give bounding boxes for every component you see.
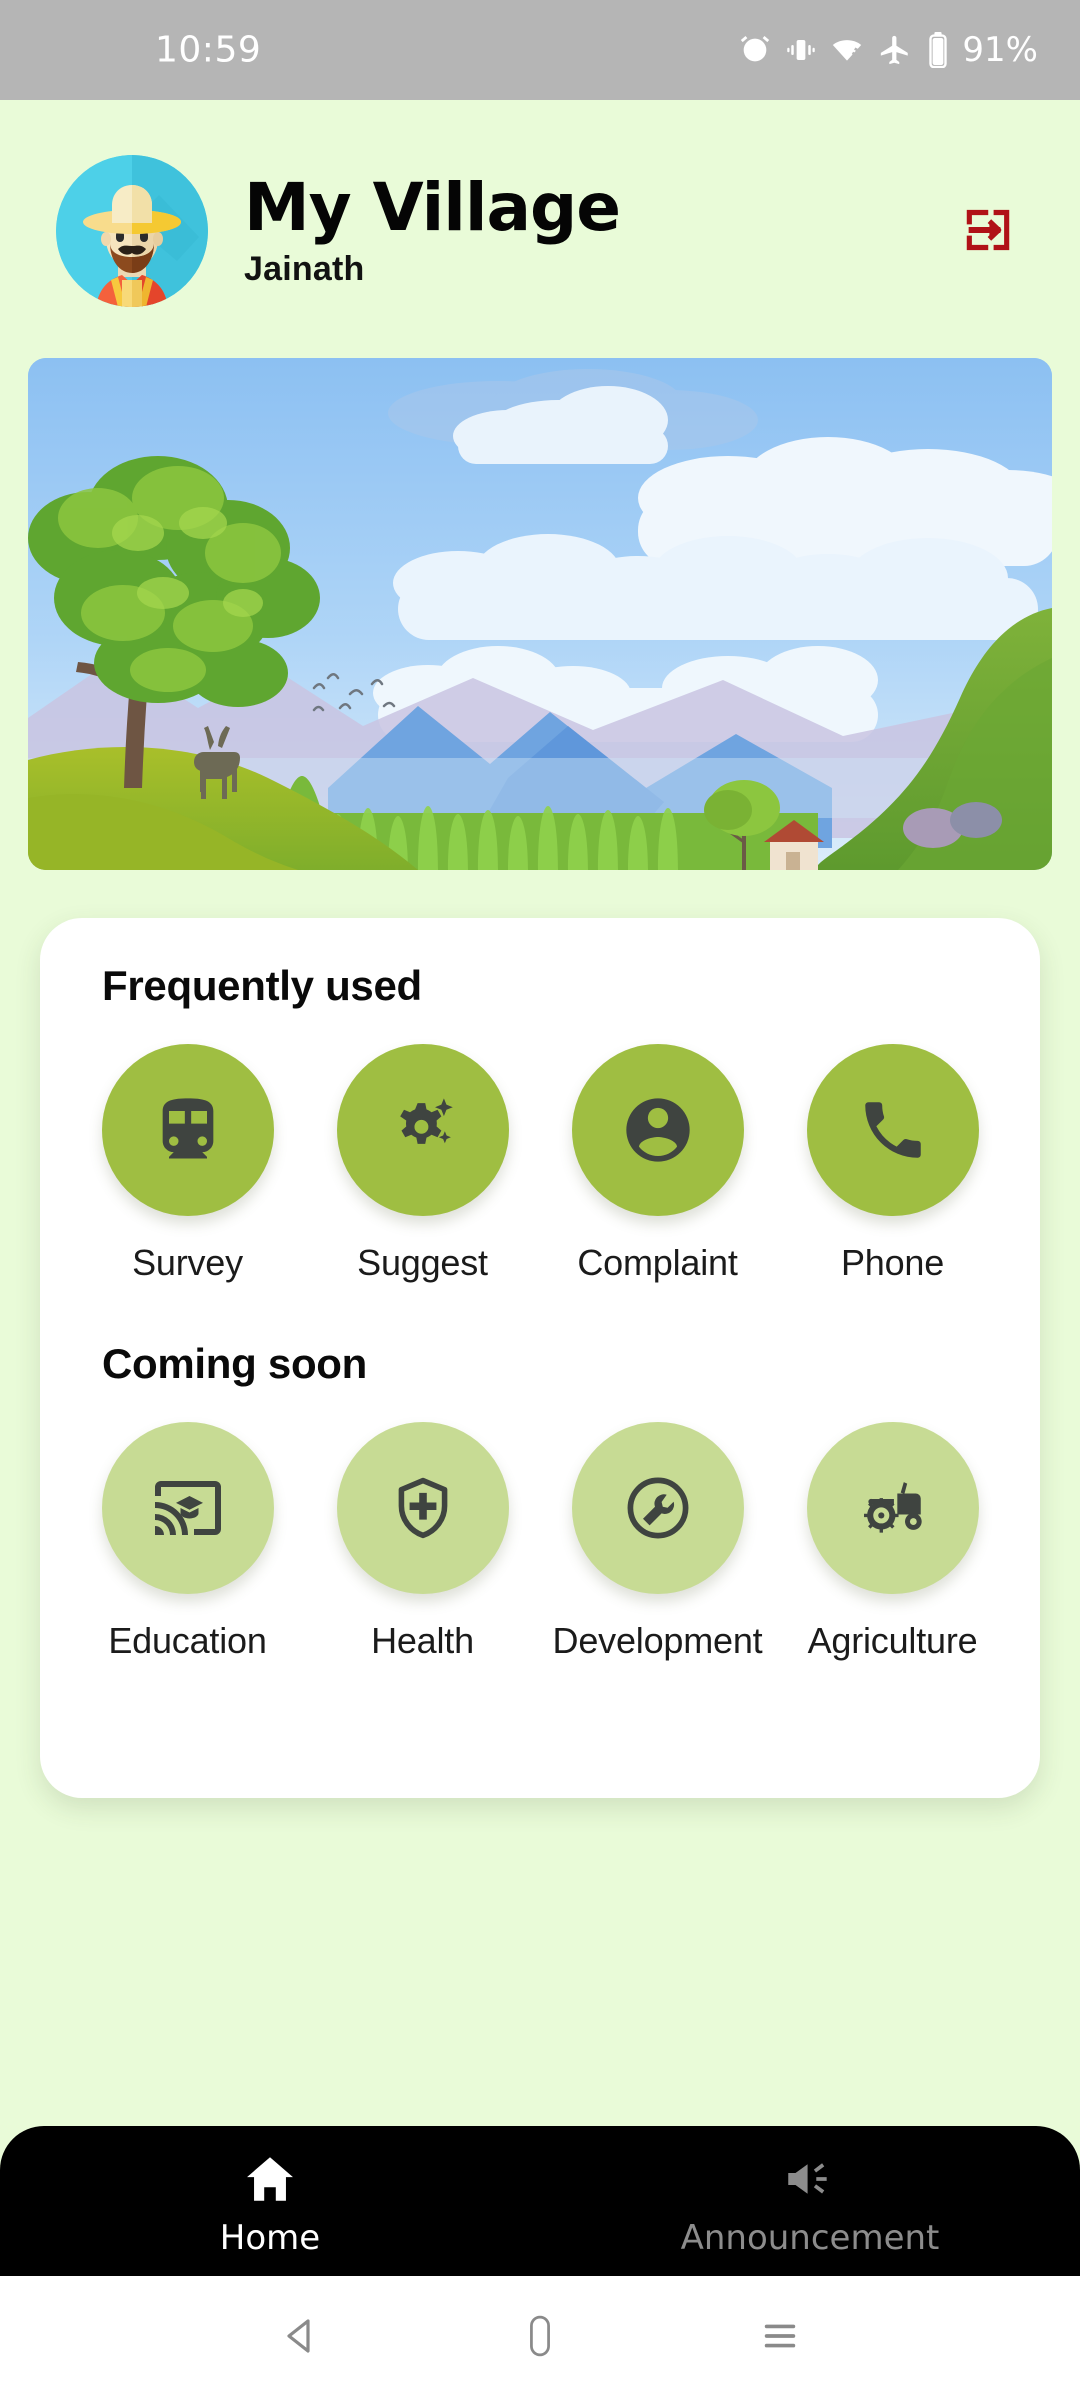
app-header: My Village Jainath — [0, 100, 1080, 330]
build-circle-icon — [622, 1472, 694, 1544]
bottom-navigation-bar: Home Announcement — [0, 2126, 1080, 2276]
home-pill-icon — [518, 2312, 562, 2365]
tile-suggest-label: Suggest — [357, 1242, 488, 1283]
home-icon — [241, 2150, 299, 2208]
logout-button[interactable] — [942, 185, 1034, 277]
battery-percentage: 91% — [962, 30, 1038, 70]
recents-button[interactable] — [720, 2278, 840, 2398]
village-name: Jainath — [244, 250, 365, 289]
home-button[interactable] — [480, 2278, 600, 2398]
tile-development[interactable]: Development — [540, 1422, 775, 1662]
settings-suggest-icon — [385, 1092, 461, 1168]
tile-agriculture[interactable]: Agriculture — [775, 1422, 1010, 1662]
tile-suggest-circle — [336, 1044, 509, 1216]
tile-development-circle — [571, 1422, 744, 1594]
back-triangle-icon — [276, 2312, 324, 2365]
tile-health-label: Health — [371, 1620, 474, 1661]
page-title: My Village — [244, 168, 621, 246]
tile-complaint[interactable]: Complaint — [540, 1044, 775, 1284]
phone-icon — [856, 1093, 930, 1167]
back-button[interactable] — [240, 2278, 360, 2398]
vibrate-icon — [786, 35, 816, 65]
status-time: 10:59 — [155, 29, 262, 71]
avatar[interactable] — [56, 155, 208, 307]
frequently-used-grid: Survey Suggest Complaint Phone — [70, 1044, 1010, 1284]
nav-item-home[interactable]: Home — [0, 2144, 540, 2258]
tile-development-label: Development — [552, 1620, 763, 1661]
farmer-avatar-illustration — [56, 155, 208, 307]
battery-icon — [926, 32, 950, 68]
tile-health-circle — [336, 1422, 509, 1594]
status-bar: 10:59 91% — [0, 0, 1080, 100]
train-icon — [150, 1092, 226, 1168]
status-icons: 91% — [738, 30, 1038, 70]
tile-complaint-circle — [571, 1044, 744, 1216]
section-title-frequently-used: Frequently used — [102, 962, 422, 1009]
account-circle-icon — [620, 1092, 696, 1168]
campaign-icon — [781, 2150, 839, 2208]
tile-phone-circle — [806, 1044, 979, 1216]
tile-phone-label: Phone — [840, 1242, 945, 1283]
logout-icon — [960, 202, 1016, 261]
tile-suggest[interactable]: Suggest — [305, 1044, 540, 1284]
tile-education[interactable]: Education — [70, 1422, 305, 1662]
tile-survey[interactable]: Survey — [70, 1044, 305, 1284]
nav-item-announcement[interactable]: Announcement — [540, 2144, 1080, 2258]
tractor-icon — [856, 1471, 930, 1545]
tile-complaint-label: Complaint — [577, 1242, 738, 1283]
village-landscape-illustration — [28, 358, 1052, 870]
tile-education-label: Education — [108, 1620, 267, 1661]
nav-item-home-label: Home — [219, 2218, 321, 2258]
nav-item-announcement-label: Announcement — [680, 2218, 940, 2258]
tile-survey-circle — [101, 1044, 274, 1216]
main-card: Frequently used Survey Suggest Complaint… — [40, 918, 1040, 1798]
tile-agriculture-label: Agriculture — [807, 1620, 978, 1661]
coming-soon-grid: Education Health Development Agriculture — [70, 1422, 1010, 1662]
tile-health[interactable]: Health — [305, 1422, 540, 1662]
section-title-coming-soon: Coming soon — [102, 1340, 368, 1387]
android-system-navigation — [0, 2276, 1080, 2400]
cast-for-education-icon — [152, 1472, 224, 1544]
header-text-block: My Village Jainath — [244, 173, 942, 289]
tile-agriculture-circle — [806, 1422, 979, 1594]
alarm-icon — [738, 33, 772, 67]
tile-phone[interactable]: Phone — [775, 1044, 1010, 1284]
airplane-mode-icon — [878, 33, 912, 67]
banner-image — [28, 358, 1052, 870]
tile-survey-label: Survey — [132, 1242, 243, 1283]
wifi-icon — [830, 33, 864, 67]
health-shield-icon — [388, 1473, 458, 1543]
recents-menu-icon — [757, 2313, 803, 2364]
tile-education-circle — [101, 1422, 274, 1594]
